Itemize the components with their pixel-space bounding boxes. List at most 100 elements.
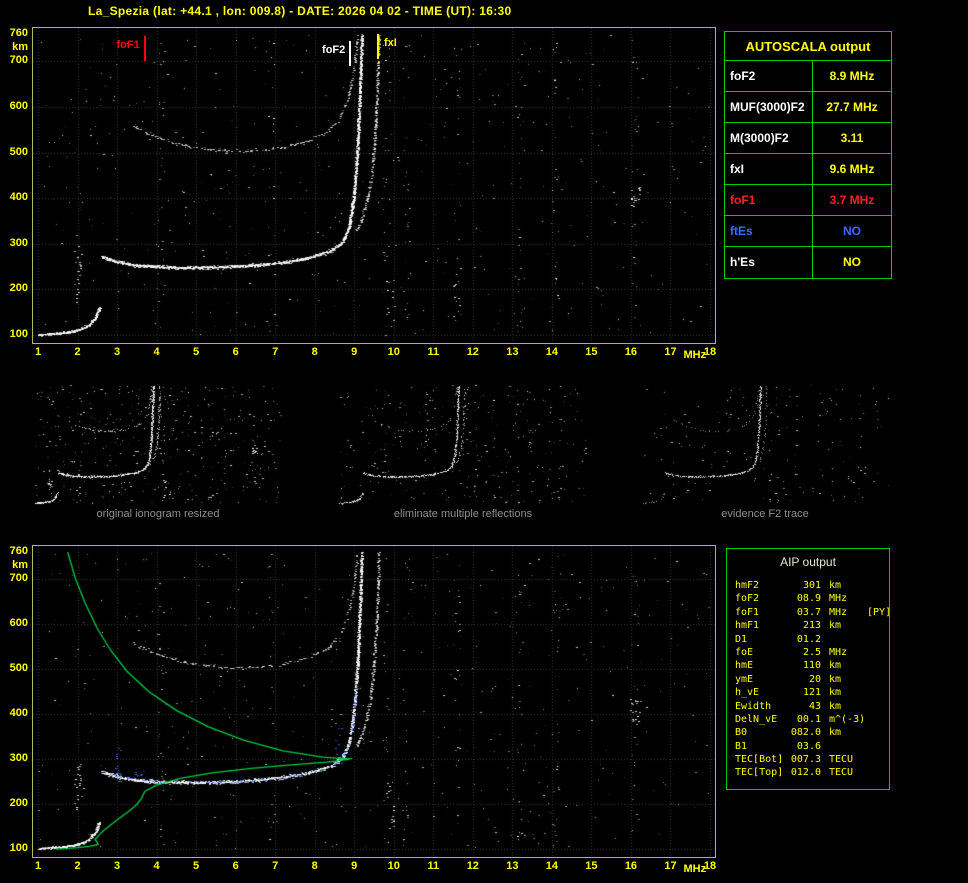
aip-row: Ewidth43km	[727, 700, 889, 713]
x-tick-label: 6	[226, 346, 246, 358]
aip-row: h_vE121km	[727, 686, 889, 699]
x-tick-label: 12	[463, 346, 483, 358]
aip-value: 43	[789, 700, 821, 713]
autoscala-param: M(3000)F2	[725, 123, 813, 153]
frequency-markers-overlay: foF1foF2fxI	[33, 28, 715, 343]
x-axis-unit: MHz	[684, 349, 714, 361]
aip-value: 2.5	[789, 646, 821, 659]
aip-unit: km	[821, 619, 867, 632]
aip-note	[867, 579, 889, 592]
aip-value: 03.6	[789, 740, 821, 753]
aip-row: foE2.5MHz	[727, 646, 889, 659]
aip-param: foF1	[727, 606, 789, 619]
x-tick-label: 8	[305, 346, 325, 358]
aip-value: 08.9	[789, 592, 821, 605]
x-tick-label: 17	[660, 346, 680, 358]
thumbnail-caption-original: original ionogram resized	[33, 508, 283, 520]
aip-row: DelN_vE00.1m^(-3)	[727, 713, 889, 726]
x-tick-label: 3	[107, 346, 127, 358]
aip-value: 301	[789, 579, 821, 592]
autoscala-param: ftEs	[725, 216, 813, 246]
x-tick-label: 5	[186, 860, 206, 872]
x-tick-label: 14	[542, 860, 562, 872]
aip-unit: km	[821, 673, 867, 686]
profile-ionogram-plot	[32, 545, 716, 858]
autoscala-window: La_Spezia (lat: +44.1 , lon: 009.8) - DA…	[0, 0, 968, 883]
thumbnail-caption-evidence: evidence F2 trace	[640, 508, 890, 520]
aip-unit: MHz	[821, 606, 867, 619]
autoscala-value: 27.7 MHz	[813, 92, 891, 122]
profile-ionogram-canvas	[33, 546, 715, 857]
aip-output-table: AIP output hmF2301kmfoF208.9MHzfoF103.7M…	[726, 548, 890, 790]
thumbnail-original-ionogram	[33, 383, 283, 505]
x-tick-label: 10	[384, 346, 404, 358]
aip-value: 01.2	[789, 633, 821, 646]
aip-row: B0082.0km	[727, 726, 889, 739]
y-axis-unit: km	[0, 41, 28, 53]
y-tick-label: 100	[0, 328, 28, 340]
y-tick-label: 600	[0, 100, 28, 112]
aip-row: hmE110km	[727, 659, 889, 672]
aip-value: 082.0	[789, 726, 821, 739]
aip-table-title: AIP output	[727, 555, 889, 569]
x-tick-label: 16	[621, 860, 641, 872]
aip-unit: km	[821, 659, 867, 672]
aip-note	[867, 753, 889, 766]
x-tick-label: 15	[581, 346, 601, 358]
autoscala-value: 8.9 MHz	[813, 61, 891, 91]
aip-note	[867, 619, 889, 632]
y-axis-unit: km	[0, 559, 28, 571]
aip-note	[867, 700, 889, 713]
aip-param: ymE	[727, 673, 789, 686]
aip-param: TEC[Top]	[727, 766, 789, 779]
x-tick-label: 16	[621, 346, 641, 358]
aip-row: B103.6	[727, 740, 889, 753]
aip-row: foF103.7MHz[PY]	[727, 606, 889, 619]
autoscala-row: M(3000)F23.11	[725, 123, 891, 154]
aip-unit: km	[821, 726, 867, 739]
autoscala-param: MUF(3000)F2	[725, 92, 813, 122]
autoscala-table-rows: foF28.9 MHzMUF(3000)F227.7 MHzM(3000)F23…	[725, 61, 891, 278]
autoscala-value: 9.6 MHz	[813, 154, 891, 184]
aip-value: 213	[789, 619, 821, 632]
aip-unit: TECU	[821, 766, 867, 779]
marker-line-fof1	[144, 36, 146, 61]
main-ionogram-plot: foF1foF2fxI	[32, 27, 716, 344]
autoscala-row: h'EsNO	[725, 247, 891, 278]
y-tick-label: 400	[0, 191, 28, 203]
y-tick-label: 760	[0, 27, 28, 39]
autoscala-param: foF2	[725, 61, 813, 91]
x-tick-label: 7	[265, 860, 285, 872]
marker-label-fof1: foF1	[98, 39, 140, 51]
x-tick-label: 4	[147, 346, 167, 358]
aip-row: hmF1213km	[727, 619, 889, 632]
autoscala-row: fxI9.6 MHz	[725, 154, 891, 185]
aip-param: TEC[Bot]	[727, 753, 789, 766]
aip-param: Ewidth	[727, 700, 789, 713]
autoscala-param: fxI	[725, 154, 813, 184]
aip-value: 007.3	[789, 753, 821, 766]
aip-unit	[821, 633, 867, 646]
aip-note	[867, 713, 889, 726]
y-tick-label: 100	[0, 842, 28, 854]
autoscala-row: foF13.7 MHz	[725, 185, 891, 216]
autoscala-output-table: AUTOSCALA output foF28.9 MHzMUF(3000)F22…	[724, 31, 892, 279]
aip-param: B1	[727, 740, 789, 753]
aip-unit: m^(-3)	[821, 713, 867, 726]
autoscala-row: ftEsNO	[725, 216, 891, 247]
aip-row: TEC[Top]012.0TECU	[727, 766, 889, 779]
aip-param: h_vE	[727, 686, 789, 699]
aip-unit: MHz	[821, 646, 867, 659]
y-tick-label: 400	[0, 707, 28, 719]
x-tick-label: 4	[147, 860, 167, 872]
x-tick-label: 10	[384, 860, 404, 872]
y-tick-label: 200	[0, 797, 28, 809]
autoscala-table-title: AUTOSCALA output	[725, 32, 891, 61]
aip-note	[867, 659, 889, 672]
y-tick-label: 700	[0, 572, 28, 584]
aip-value: 00.1	[789, 713, 821, 726]
y-tick-label: 200	[0, 282, 28, 294]
aip-value: 121	[789, 686, 821, 699]
marker-label-fxi: fxI	[384, 37, 426, 49]
x-tick-label: 8	[305, 860, 325, 872]
